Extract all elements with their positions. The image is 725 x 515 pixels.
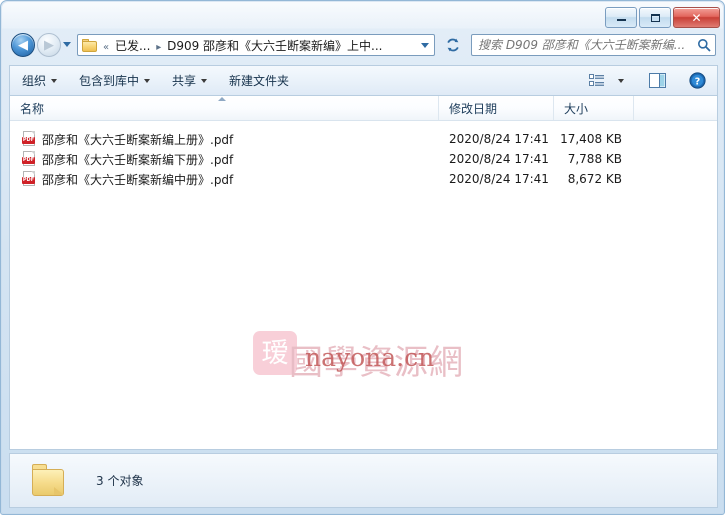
column-header-row: 名称 修改日期 大小 bbox=[10, 96, 717, 121]
file-name-label: 邵彦和《大六壬断案新编下册》.pdf bbox=[42, 152, 234, 167]
pdf-file-icon: PDF bbox=[22, 131, 36, 147]
help-button[interactable]: ? bbox=[683, 69, 711, 93]
new-folder-label: 新建文件夹 bbox=[229, 74, 290, 88]
chevron-down-icon bbox=[201, 78, 208, 83]
pdf-badge-label: PDF bbox=[22, 137, 35, 144]
sort-ascending-icon bbox=[218, 97, 226, 101]
file-size-cell: 7,788 KB bbox=[567, 152, 622, 166]
explorer-window: ✕ ◀ ▶ « 已发... ▸ D909 邵彦和《大六壬断案新编》上中... 搜… bbox=[0, 0, 725, 515]
column-header-size-label: 大小 bbox=[564, 101, 589, 116]
organize-label: 组织 bbox=[22, 74, 47, 88]
search-icon[interactable] bbox=[693, 38, 715, 52]
file-date-cell: 2020/8/24 17:41 bbox=[449, 172, 549, 186]
include-in-library-button[interactable]: 包含到库中 bbox=[69, 69, 160, 93]
chevron-down-icon bbox=[421, 42, 429, 48]
close-button[interactable]: ✕ bbox=[673, 7, 720, 28]
column-header-size[interactable]: 大小 bbox=[554, 96, 634, 120]
pdf-file-icon: PDF bbox=[22, 171, 36, 187]
preview-pane-icon bbox=[648, 73, 666, 88]
help-icon: ? bbox=[688, 72, 706, 89]
watermark-latin-text: nayona.cn bbox=[305, 343, 435, 372]
search-input[interactable] bbox=[472, 38, 693, 52]
column-header-name-label: 名称 bbox=[20, 101, 45, 116]
svg-text:?: ? bbox=[694, 76, 700, 87]
column-header-filler[interactable] bbox=[634, 96, 717, 120]
address-history-dropdown-button[interactable] bbox=[416, 35, 434, 55]
folder-icon bbox=[82, 38, 98, 52]
new-folder-button[interactable]: 新建文件夹 bbox=[219, 69, 299, 93]
table-row[interactable]: PDF 邵彦和《大六壬断案新编下册》.pdf 2020/8/24 17:41 7… bbox=[10, 149, 717, 169]
column-header-date[interactable]: 修改日期 bbox=[439, 96, 554, 120]
address-bar-row: ◀ ▶ « 已发... ▸ D909 邵彦和《大六壬断案新编》上中... bbox=[1, 31, 725, 63]
back-arrow-icon: ◀ bbox=[18, 37, 28, 53]
folder-icon bbox=[32, 463, 70, 498]
title-bar[interactable]: ✕ bbox=[1, 1, 725, 29]
toolbar-right-group: ? bbox=[583, 69, 717, 93]
view-mode-icon bbox=[589, 73, 604, 86]
chevron-down-icon bbox=[144, 78, 151, 83]
breadcrumb-separator-icon[interactable]: ▸ bbox=[154, 42, 163, 53]
file-name-cell[interactable]: PDF 邵彦和《大六壬断案新编中册》.pdf bbox=[10, 171, 439, 188]
chevron-down-icon bbox=[63, 42, 71, 47]
share-label: 共享 bbox=[172, 74, 197, 88]
watermark-logo-badge: 瑷 bbox=[253, 331, 297, 375]
search-box[interactable] bbox=[471, 34, 716, 56]
minimize-icon bbox=[606, 8, 636, 27]
file-size-cell: 8,672 KB bbox=[567, 172, 622, 186]
file-date-cell: 2020/8/24 17:41 bbox=[449, 132, 549, 146]
view-mode-button[interactable] bbox=[583, 69, 611, 93]
close-icon: ✕ bbox=[691, 10, 702, 25]
forward-arrow-icon: ▶ bbox=[44, 37, 54, 53]
column-header-date-label: 修改日期 bbox=[449, 101, 498, 116]
file-list-view[interactable]: 名称 修改日期 大小 PDF 邵彦和《大六壬断案新编上册》.pdf 2020/8 bbox=[9, 95, 718, 450]
file-name-label: 邵彦和《大六壬断案新编上册》.pdf bbox=[42, 132, 234, 147]
refresh-icon bbox=[447, 38, 459, 52]
file-date-cell: 2020/8/24 17:41 bbox=[449, 152, 549, 166]
command-toolbar: 组织 包含到库中 共享 新建文件夹 ? bbox=[9, 65, 718, 95]
minimize-button[interactable] bbox=[605, 7, 637, 28]
recent-pages-dropdown-button[interactable] bbox=[63, 42, 72, 49]
table-row[interactable]: PDF 邵彦和《大六壬断案新编中册》.pdf 2020/8/24 17:41 8… bbox=[10, 169, 717, 189]
file-name-cell[interactable]: PDF 邵彦和《大六壬断案新编上册》.pdf bbox=[10, 131, 439, 148]
share-button[interactable]: 共享 bbox=[162, 69, 217, 93]
pdf-badge-label: PDF bbox=[22, 177, 35, 184]
breadcrumb-overflow[interactable]: « bbox=[101, 42, 111, 53]
view-mode-dropdown-button[interactable] bbox=[613, 69, 629, 93]
table-row[interactable]: PDF 邵彦和《大六壬断案新编上册》.pdf 2020/8/24 17:41 1… bbox=[10, 129, 717, 149]
watermark-chinese-text: 國學資源網 bbox=[289, 343, 464, 383]
chevron-down-icon bbox=[618, 78, 624, 83]
back-button[interactable]: ◀ bbox=[11, 33, 35, 57]
file-name-cell[interactable]: PDF 邵彦和《大六壬断案新编下册》.pdf bbox=[10, 151, 439, 168]
breadcrumb-item-2[interactable]: D909 邵彦和《大六壬断案新编》上中... bbox=[167, 39, 382, 53]
item-count-label: 3 个对象 bbox=[96, 474, 144, 488]
include-in-library-label: 包含到库中 bbox=[79, 74, 140, 88]
maximize-icon bbox=[640, 8, 670, 27]
pdf-badge-label: PDF bbox=[22, 157, 35, 164]
status-bar: 3 个对象 bbox=[9, 453, 718, 508]
breadcrumb: « 已发... ▸ D909 邵彦和《大六壬断案新编》上中... bbox=[101, 37, 416, 54]
file-size-cell: 17,408 KB bbox=[560, 132, 622, 146]
preview-pane-button[interactable] bbox=[643, 69, 671, 93]
file-name-label: 邵彦和《大六壬断案新编中册》.pdf bbox=[42, 172, 234, 187]
address-bar[interactable]: « 已发... ▸ D909 邵彦和《大六壬断案新编》上中... bbox=[77, 34, 435, 56]
site-watermark: 瑷 國學資源網 nayona.cn bbox=[253, 329, 498, 383]
caption-button-group: ✕ bbox=[605, 7, 720, 28]
maximize-button[interactable] bbox=[639, 7, 671, 28]
breadcrumb-item-1[interactable]: 已发... bbox=[115, 39, 150, 53]
forward-button[interactable]: ▶ bbox=[37, 33, 61, 57]
chevron-down-icon bbox=[51, 78, 58, 83]
refresh-button[interactable] bbox=[441, 34, 465, 56]
pdf-file-icon: PDF bbox=[22, 151, 36, 167]
organize-button[interactable]: 组织 bbox=[12, 69, 67, 93]
